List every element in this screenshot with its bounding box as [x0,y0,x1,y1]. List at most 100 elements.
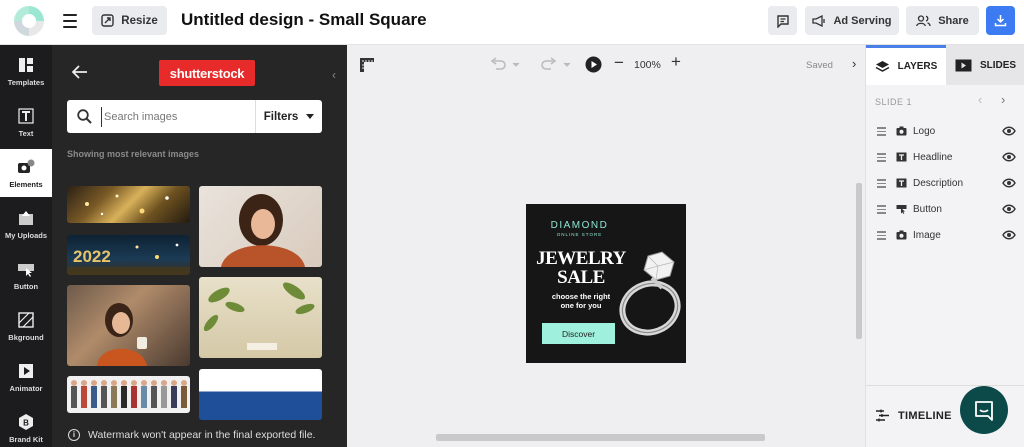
chevron-left-icon[interactable]: ‹ [978,92,982,107]
image-thumbnail[interactable] [199,277,322,358]
zoom-out-button[interactable]: − [614,53,624,73]
sidebar-label: Text [18,128,34,138]
layer-name: Logo [913,126,936,137]
image-search: Filters [67,100,322,133]
info-icon: i [68,428,80,441]
back-arrow-icon[interactable] [72,65,88,79]
design-artboard[interactable]: DIAMOND ONLINE STORE JEWELRY SALE choose… [526,204,686,363]
ruler-icon[interactable] [359,57,375,73]
resize-icon [101,14,114,27]
drag-handle-icon[interactable] [877,127,886,138]
app-logo[interactable] [14,6,44,36]
timeline-label: TIMELINE [898,409,952,422]
download-button[interactable] [986,6,1015,35]
sidebar-item-text[interactable]: Text [0,98,52,146]
redo-icon[interactable] [540,57,572,71]
sidebar-item-elements[interactable]: Elements [0,149,52,197]
ring-image[interactable] [618,248,686,340]
play-icon[interactable] [585,56,602,73]
sparkles-image [85,194,169,216]
tool-sidebar: Templates Text Elements My Uploads Butto… [0,45,52,447]
zoom-in-button[interactable]: + [671,52,681,72]
eye-icon[interactable] [1002,178,1016,188]
sidebar-item-brand-kit[interactable]: B Brand Kit [0,404,52,447]
chevron-right-icon[interactable]: › [1001,92,1005,107]
share-button[interactable]: Share [906,6,979,35]
drag-handle-icon[interactable] [877,179,886,190]
canvas-area: − 100% + Saved › DIAMOND ONLINE STORE JE… [347,45,865,447]
image-thumbnail[interactable] [67,376,190,413]
layer-row[interactable]: Image [866,222,1024,248]
drag-handle-icon[interactable] [877,205,886,216]
eye-icon[interactable] [1002,230,1016,240]
comments-button[interactable] [768,6,797,35]
layer-row[interactable]: Button [866,196,1024,222]
results-caption: Showing most relevant images [67,149,200,159]
search-input[interactable] [101,107,251,127]
animator-icon [17,362,35,380]
ad-description[interactable]: choose the right one for you [541,292,621,310]
image-thumbnail[interactable] [67,285,190,366]
horizontal-scrollbar[interactable] [436,434,765,441]
sidebar-label: Button [13,281,39,291]
ad-headline[interactable]: JEWELRY SALE [531,249,631,287]
watermark-note: i Watermark won't appear in the final ex… [52,422,347,447]
vertical-scrollbar[interactable] [856,183,862,339]
text-icon [17,107,35,125]
watermark-text: Watermark won't appear in the final expo… [88,428,316,441]
drag-handle-icon[interactable] [877,231,886,242]
sidebar-item-animator[interactable]: Animator [0,353,52,401]
menu-icon[interactable] [63,14,77,28]
people-row-image [71,380,187,408]
sidebar-item-uploads[interactable]: My Uploads [0,200,52,248]
timeline-toggle[interactable]: TIMELINE [875,409,952,422]
smiling-woman-image [221,194,305,267]
drag-handle-icon[interactable] [877,153,886,164]
ad-serving-label: Ad Serving [833,14,892,27]
tab-layers-label: LAYERS [897,61,938,72]
layer-row[interactable]: Headline [866,144,1024,170]
ad-logo-subtitle[interactable]: ONLINE STORE [526,232,633,237]
eye-icon[interactable] [1002,204,1016,214]
sidebar-item-background[interactable]: Bkground [0,302,52,350]
filters-label: Filters [263,110,299,123]
tab-layers[interactable]: LAYERS [866,45,946,85]
zoom-level[interactable]: 100% [634,59,661,71]
tab-slides[interactable]: SLIDES [946,45,1024,85]
layer-row[interactable]: Logo [866,118,1024,144]
description-line: choose the right [551,292,611,301]
image-thumbnail[interactable] [199,186,322,267]
brand-kit-icon: B [17,413,35,431]
sidebar-label: Templates [7,77,45,87]
leaves-podium-image [203,282,315,350]
image-thumbnail[interactable] [67,186,190,223]
ad-button[interactable]: Discover [542,323,615,344]
document-title[interactable]: Untitled design - Small Square [181,10,427,30]
templates-icon [17,56,35,74]
chevron-right-icon[interactable]: › [852,56,856,71]
eye-icon[interactable] [1002,126,1016,136]
resize-button[interactable]: Resize [92,6,167,35]
sidebar-label: Bkground [8,332,44,342]
undo-icon[interactable] [489,57,521,71]
text-icon [896,178,907,188]
canvas-toolbar: − 100% + Saved › [347,45,865,83]
resize-label: Resize [121,14,158,27]
ad-serving-button[interactable]: Ad Serving [805,6,899,35]
collapse-panel-icon[interactable]: ‹ [332,68,336,82]
tab-slides-label: SLIDES [979,59,1017,71]
chat-support-button[interactable] [960,386,1008,434]
ad-logo[interactable]: DIAMOND [526,220,633,231]
image-thumbnail[interactable]: 2022 [67,235,190,275]
filters-dropdown[interactable]: Filters [255,100,322,133]
layer-name: Image [913,230,941,241]
sidebar-item-button[interactable]: Button [0,251,52,299]
image-thumbnail[interactable] [199,369,322,420]
eye-icon[interactable] [1002,152,1016,162]
save-status: Saved [806,60,833,71]
text-icon [896,152,907,162]
layer-row[interactable]: Description [866,170,1024,196]
button-icon [17,260,35,278]
layers-icon [875,61,890,72]
sidebar-item-templates[interactable]: Templates [0,47,52,95]
